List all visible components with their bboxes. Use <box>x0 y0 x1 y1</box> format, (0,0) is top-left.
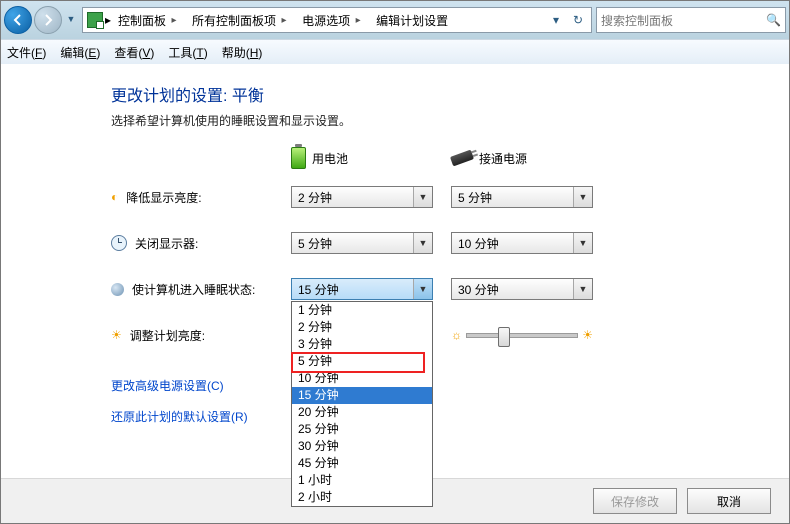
menu-edit[interactable]: 编辑(E) <box>60 44 100 61</box>
search-placeholder: 搜索控制面板 <box>601 12 673 29</box>
chevron-down-icon: ▼ <box>413 279 432 299</box>
menu-file[interactable]: 文件(F) <box>7 44 46 61</box>
monitor-off-icon <box>111 235 127 251</box>
dim-ac-combo[interactable]: 5 分钟▼ <box>451 186 593 208</box>
dropdown-option[interactable]: 25 分钟 <box>292 421 432 438</box>
breadcrumb[interactable]: ▸ 控制面板▸ 所有控制面板项▸ 电源选项▸ 编辑计划设置 ▾ ↻ <box>82 7 592 33</box>
battery-icon <box>291 147 306 169</box>
dropdown-option[interactable]: 45 分钟 <box>292 455 432 472</box>
dropdown-option[interactable]: 10 分钟 <box>292 370 432 387</box>
sleep-icon <box>111 283 124 296</box>
dropdown-option[interactable]: 2 小时 <box>292 489 432 506</box>
dropdown-option[interactable]: 3 分钟 <box>292 336 432 353</box>
refresh-icon[interactable]: ↻ <box>567 13 589 27</box>
search-icon: 🔍 <box>766 13 781 27</box>
dropdown-option[interactable]: 15 分钟 <box>292 387 432 404</box>
sleep-battery-combo[interactable]: 15 分钟 ▼ 1 分钟2 分钟3 分钟5 分钟10 分钟15 分钟20 分钟2… <box>291 278 433 300</box>
cancel-button[interactable]: 取消 <box>687 488 771 514</box>
save-button[interactable]: 保存修改 <box>593 488 677 514</box>
dropdown-option[interactable]: 1 分钟 <box>292 302 432 319</box>
breadcrumb-item[interactable]: 编辑计划设置 <box>369 8 453 32</box>
dropdown-option[interactable]: 1 小时 <box>292 472 432 489</box>
restore-defaults-link[interactable]: 还原此计划的默认设置(R) <box>111 408 248 425</box>
search-input[interactable]: 搜索控制面板 🔍 <box>596 7 786 33</box>
chevron-down-icon: ▼ <box>413 233 432 253</box>
back-button[interactable] <box>4 6 32 34</box>
row-dim-label: 降低显示亮度: <box>126 189 201 206</box>
dropdown-option[interactable]: 5 分钟 <box>292 353 432 370</box>
col-ac-label: 接通电源 <box>479 150 527 167</box>
dim-battery-combo[interactable]: 2 分钟▼ <box>291 186 433 208</box>
page-title: 更改计划的设置: 平衡 <box>111 82 789 106</box>
breadcrumb-item[interactable]: 所有控制面板项▸ <box>185 8 295 32</box>
page-subtitle: 选择希望计算机使用的睡眠设置和显示设置。 <box>111 112 789 129</box>
menu-help[interactable]: 帮助(H) <box>222 44 263 61</box>
chevron-down-icon: ▼ <box>573 233 592 253</box>
sun-large-icon: ☀ <box>582 328 593 342</box>
breadcrumb-item[interactable]: 控制面板▸ <box>111 8 185 32</box>
sleep-ac-combo[interactable]: 30 分钟▼ <box>451 278 593 300</box>
menu-tools[interactable]: 工具(T) <box>168 44 207 61</box>
dim-icon: ◐ <box>111 190 118 204</box>
control-panel-icon <box>87 12 103 28</box>
row-bright-label: 调整计划亮度: <box>130 327 205 344</box>
col-battery-label: 用电池 <box>312 150 348 167</box>
brightness-icon: ☀ <box>111 328 122 342</box>
dropdown-icon[interactable]: ▾ <box>545 13 567 27</box>
chevron-down-icon: ▼ <box>573 279 592 299</box>
sun-small-icon: ☼ <box>451 328 462 342</box>
forward-button[interactable] <box>34 6 62 34</box>
chevron-down-icon: ▼ <box>413 187 432 207</box>
dropdown-option[interactable]: 30 分钟 <box>292 438 432 455</box>
menu-view[interactable]: 查看(V) <box>114 44 154 61</box>
nav-history-dropdown[interactable]: ▼ <box>64 6 78 32</box>
menu-bar: 文件(F) 编辑(E) 查看(V) 工具(T) 帮助(H) <box>1 39 789 65</box>
sleep-battery-dropdown-list[interactable]: 1 分钟2 分钟3 分钟5 分钟10 分钟15 分钟20 分钟25 分钟30 分… <box>291 301 433 507</box>
off-battery-combo[interactable]: 5 分钟▼ <box>291 232 433 254</box>
breadcrumb-item[interactable]: 电源选项▸ <box>295 8 369 32</box>
brightness-ac-slider[interactable]: ☼ ☀ <box>451 328 593 342</box>
advanced-settings-link[interactable]: 更改高级电源设置(C) <box>111 377 224 394</box>
chevron-down-icon: ▼ <box>573 187 592 207</box>
row-off-label: 关闭显示器: <box>135 235 198 252</box>
dropdown-option[interactable]: 2 分钟 <box>292 319 432 336</box>
dropdown-option[interactable]: 20 分钟 <box>292 404 432 421</box>
address-bar: ▼ ▸ 控制面板▸ 所有控制面板项▸ 电源选项▸ 编辑计划设置 ▾ ↻ 搜索控制… <box>4 5 786 35</box>
off-ac-combo[interactable]: 10 分钟▼ <box>451 232 593 254</box>
plug-icon <box>450 150 474 167</box>
row-sleep-label: 使计算机进入睡眠状态: <box>132 281 255 298</box>
